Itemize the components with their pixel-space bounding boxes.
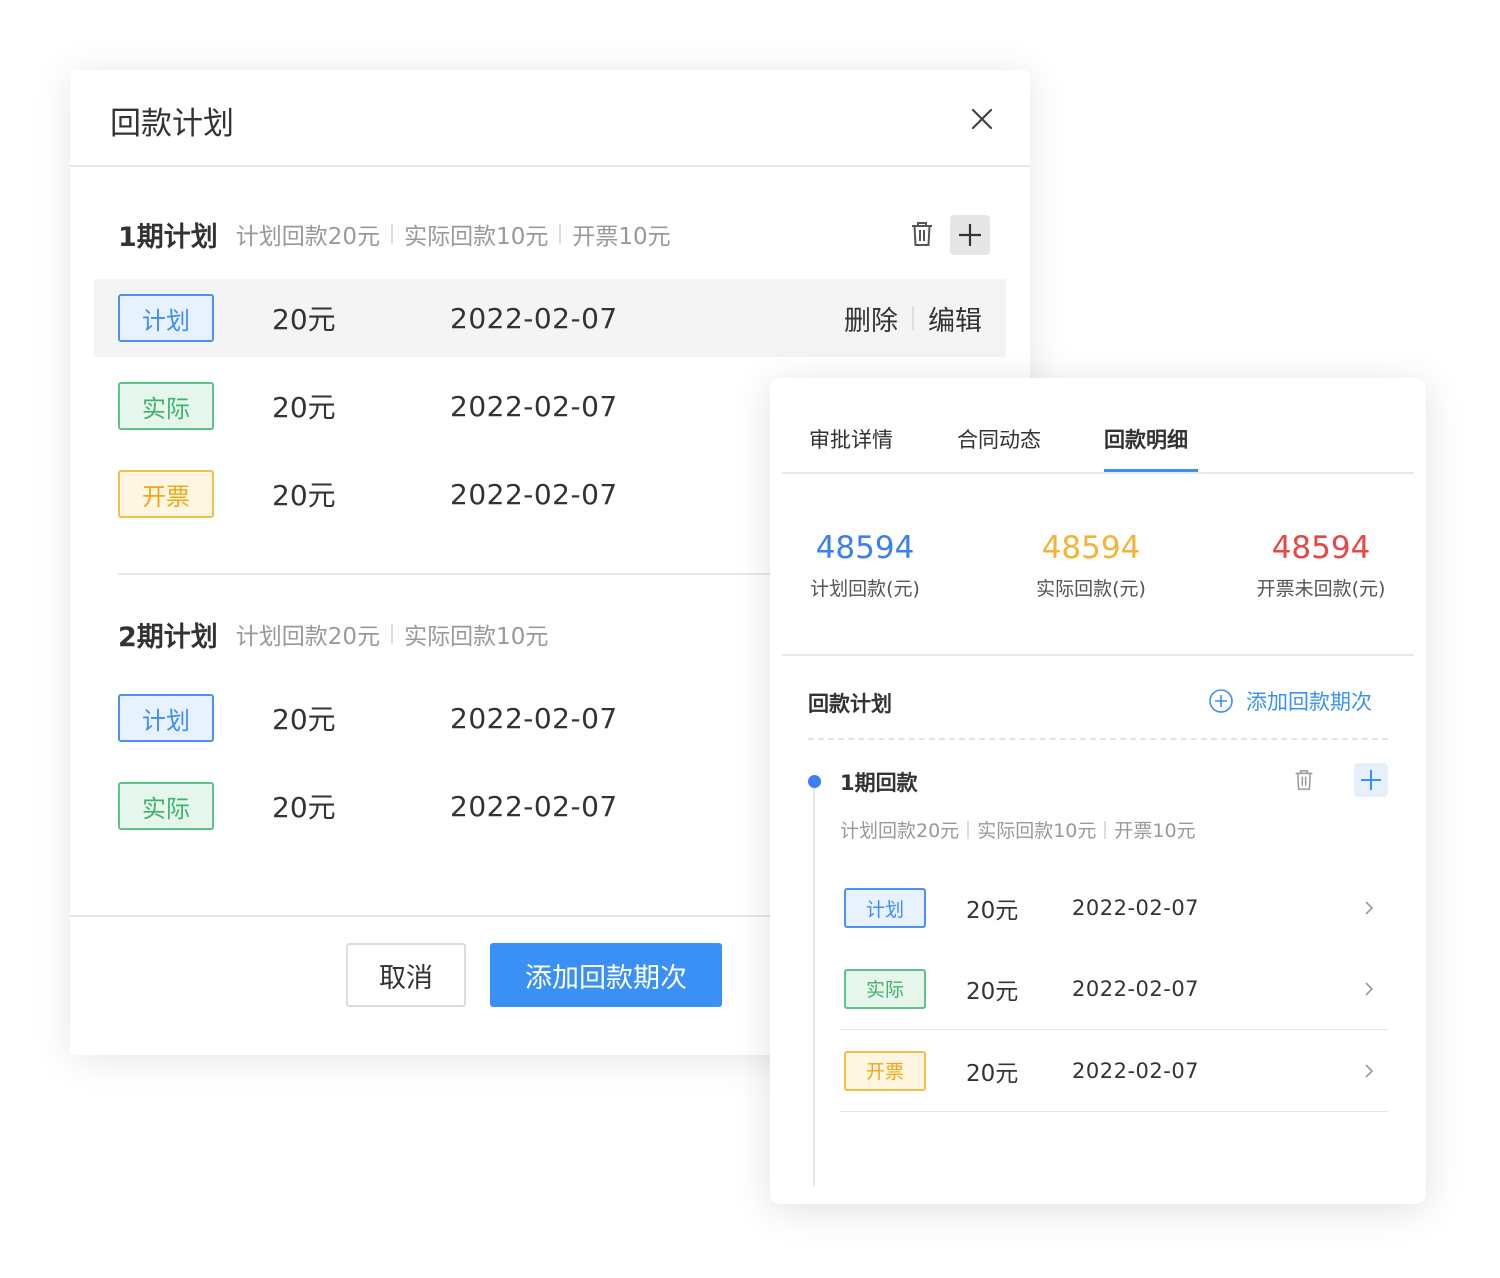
tab-approval-details[interactable]: 审批详情 — [809, 424, 893, 454]
timeline-dot — [808, 775, 821, 788]
dashed-divider — [808, 738, 1388, 740]
date: 2022-02-07 — [1072, 976, 1200, 1001]
actual-tag: 实际 — [844, 968, 926, 1009]
delete-period-button[interactable] — [1290, 766, 1318, 794]
table-row[interactable]: 计划 20元 2022-02-07 删除 编辑 — [94, 279, 1006, 357]
amount: 20元 — [966, 978, 1019, 1005]
chevron-right-icon[interactable] — [1362, 979, 1376, 999]
planned-amount: 计划回款20元 — [235, 224, 381, 250]
separator — [912, 306, 914, 330]
date: 2022-02-07 — [1072, 896, 1200, 920]
amount: 20元 — [272, 791, 336, 824]
stat-planned: 48594 计划回款(元) — [765, 530, 965, 601]
separator — [391, 224, 394, 244]
stat-actual: 48594 实际回款(元) — [991, 530, 1191, 601]
edit-link[interactable]: 编辑 — [928, 299, 982, 338]
date: 2022-02-07 — [450, 789, 618, 823]
tab-payment-details[interactable]: 回款明细 — [1104, 424, 1188, 454]
planned-amount: 计划回款20元 — [840, 820, 960, 842]
plan-1-header: 1期计划 计划回款20元 实际回款10元 开票10元 — [118, 214, 671, 254]
list-item[interactable]: 实际 20元 2022-02-07 — [840, 948, 1388, 1030]
actual-tag: 实际 — [118, 382, 214, 430]
section-title: 回款计划 — [808, 692, 892, 716]
date: 2022-02-07 — [450, 701, 618, 735]
invoice-tag: 开票 — [118, 470, 214, 518]
stat-label: 开票未回款(元) — [1256, 578, 1386, 600]
plan-tag: 计划 — [844, 888, 926, 928]
close-icon — [971, 108, 993, 130]
date: 2022-02-07 — [450, 301, 618, 335]
invoice-amount: 开票10元 — [1114, 820, 1196, 842]
plan-tag: 计划 — [118, 294, 214, 342]
payment-detail-panel: 审批详情 合同动态 回款明细 48594 计划回款(元) 48594 实际回款(… — [770, 378, 1426, 1204]
amount: 20元 — [272, 303, 336, 336]
stat-label: 计划回款(元) — [810, 578, 920, 600]
amount: 20元 — [272, 479, 336, 512]
plus-circle-icon — [1209, 689, 1233, 713]
planned-amount: 计划回款20元 — [235, 624, 381, 650]
plus-icon — [959, 224, 981, 246]
date: 2022-02-07 — [1072, 1058, 1200, 1083]
chevron-right-icon[interactable] — [1362, 1061, 1376, 1081]
plan-summary: 计划回款20元 实际回款10元 — [235, 617, 549, 651]
amount: 20元 — [272, 391, 336, 424]
row-actions: 删除 编辑 — [844, 299, 982, 338]
list-item[interactable]: 开票 20元 2022-02-07 — [840, 1030, 1388, 1112]
period-summary: 计划回款20元 实际回款10元 开票10元 — [840, 816, 1196, 843]
cancel-button[interactable]: 取消 — [346, 943, 466, 1007]
stat-value: 48594 — [1271, 530, 1371, 566]
delete-plan-button[interactable] — [906, 218, 938, 250]
amount: 20元 — [966, 1060, 1019, 1087]
actual-amount: 实际回款10元 — [404, 624, 549, 650]
actual-tag: 实际 — [118, 782, 214, 830]
stat-label: 实际回款(元) — [1036, 578, 1146, 600]
plan-name: 1期计划 — [118, 221, 218, 253]
separator — [391, 624, 394, 644]
invoice-amount: 开票10元 — [572, 224, 671, 250]
separator — [967, 820, 970, 839]
date: 2022-02-07 — [450, 477, 618, 511]
active-tab-indicator — [1104, 469, 1198, 472]
plus-icon — [1361, 770, 1381, 790]
dialog-header: 回款计划 — [70, 70, 1030, 167]
plan-summary: 计划回款20元 实际回款10元 开票10元 — [236, 217, 671, 251]
stat-value: 48594 — [1041, 530, 1141, 566]
stat-value: 48594 — [815, 530, 915, 566]
actual-amount: 实际回款10元 — [977, 820, 1097, 842]
plan-tag: 计划 — [118, 694, 214, 742]
delete-link[interactable]: 删除 — [844, 299, 898, 338]
chevron-right-icon[interactable] — [1362, 898, 1376, 918]
separator — [559, 224, 562, 244]
add-row-button[interactable] — [950, 215, 990, 255]
section-divider — [782, 654, 1414, 656]
separator — [1104, 820, 1107, 839]
close-button[interactable] — [966, 103, 998, 135]
plan-name: 2期计划 — [118, 621, 218, 653]
trash-icon — [1295, 770, 1313, 790]
stat-invoiced-unpaid: 48594 开票未回款(元) — [1221, 530, 1421, 601]
timeline-line — [813, 788, 815, 1186]
dialog-title: 回款计划 — [110, 106, 234, 142]
date: 2022-02-07 — [450, 389, 618, 423]
trash-icon — [912, 222, 932, 246]
amount: 20元 — [272, 703, 336, 736]
list-item[interactable]: 计划 20元 2022-02-07 — [840, 867, 1388, 949]
invoice-tag: 开票 — [844, 1050, 926, 1091]
period-name: 1期回款 — [840, 771, 918, 795]
add-period-button[interactable]: 添加回款期次 — [490, 943, 722, 1007]
add-period-label: 添加回款期次 — [1246, 690, 1372, 714]
add-row-button[interactable] — [1354, 763, 1388, 797]
add-period-link[interactable]: 添加回款期次 — [1208, 686, 1372, 716]
actual-amount: 实际回款10元 — [404, 224, 549, 250]
tab-contract-activity[interactable]: 合同动态 — [957, 424, 1041, 454]
amount: 20元 — [966, 898, 1019, 924]
plan-2-header: 2期计划 计划回款20元 实际回款10元 — [118, 614, 548, 654]
tab-bar: 审批详情 合同动态 回款明细 — [782, 378, 1414, 474]
